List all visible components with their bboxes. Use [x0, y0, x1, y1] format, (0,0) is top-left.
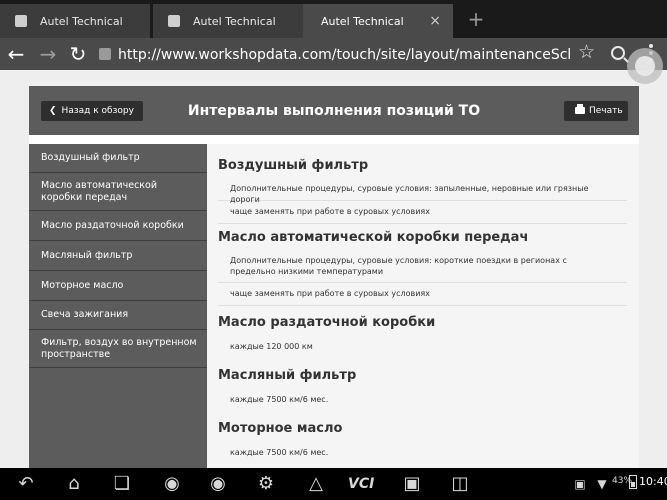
new-tab-button[interactable]: + [462, 6, 490, 34]
schedule-row: Дополнительные процедуры, суровые услови… [218, 250, 627, 283]
page-header: ❮ Назад к обзору Интервалы выполнения поз… [29, 86, 639, 135]
maintenance-page: ❮ Назад к обзору Интервалы выполнения поз… [29, 86, 639, 468]
recent-apps-icon[interactable]: ❏ [108, 472, 136, 496]
page-favicon-icon [168, 15, 180, 27]
sidebar-item-air-filter[interactable]: Воздушный фильтр [29, 144, 207, 173]
wifi-icon: ▼ [597, 477, 607, 491]
close-tab-icon[interactable]: × [429, 13, 441, 29]
browser-toolbar: ← → ↻ http://www.workshopdata.com/touch/… [0, 38, 667, 70]
page-favicon-icon [15, 15, 27, 27]
tab-strip: Autel Technical Autel Technical Autel Te… [0, 0, 667, 38]
search-icon[interactable] [611, 46, 625, 60]
vci-icon[interactable]: VCI [348, 472, 374, 496]
maxisys-icon[interactable]: △ [302, 472, 330, 496]
schedule-row: каждые 120 000 км [230, 342, 313, 351]
sidebar-item-engine-oil[interactable]: Моторное масло [29, 271, 207, 301]
car-icon[interactable]: ▣ [396, 472, 428, 496]
back-arrow-icon[interactable]: ← [4, 42, 28, 66]
forward-arrow-icon[interactable]: → [36, 42, 60, 66]
sidebar: Воздушный фильтр Масло автоматической ко… [29, 144, 207, 468]
schedule-row: каждые 7500 км/6 мес. [230, 448, 329, 457]
page-title: Интервалы выполнения позиций ТО [187, 103, 481, 119]
screen: Autel Technical Autel Technical Autel Te… [0, 0, 667, 500]
printer-icon [575, 104, 585, 114]
screenshot-icon: ▣ [574, 477, 586, 491]
browser-tab-2[interactable]: Autel Technical [153, 4, 303, 38]
back-to-overview-label: Назад к обзору [61, 106, 134, 116]
tab-title: Autel Technical [321, 14, 404, 28]
tab-title: Autel Technical [193, 14, 276, 28]
section-title: Масляный фильтр [218, 368, 357, 383]
browser-tab-1[interactable]: Autel Technical [0, 4, 150, 38]
section-title: Масло автоматической коробки передач [218, 230, 529, 245]
sidebar-item-cabin-air-filter[interactable]: Фильтр, воздух во внутренном пространств… [29, 330, 207, 368]
tab-title: Autel Technical [40, 14, 123, 28]
camera-icon[interactable]: ◉ [204, 472, 232, 496]
chevron-left-icon: ❮ [49, 106, 57, 116]
section-title: Масло раздаточной коробки [218, 315, 436, 330]
print-label: Печать [589, 106, 623, 116]
sidebar-item-oil-filter[interactable]: Масляный фильтр [29, 241, 207, 271]
back-to-overview-button[interactable]: ❮ Назад к обзору [41, 101, 143, 121]
battery-level-fill [631, 482, 635, 487]
schedule-row: чаще заменять при работе в суровых услов… [218, 201, 627, 224]
sidebar-item-atf[interactable]: Масло автоматической коробки передач [29, 173, 207, 211]
sidebar-item-spark-plug[interactable]: Свеча зажигания [29, 301, 207, 330]
schedule-row: каждые 7500 км/6 мес. [230, 395, 329, 404]
data-manager-icon[interactable]: ◫ [444, 472, 476, 496]
floating-scroll-knob[interactable] [627, 48, 663, 84]
back-arrow-icon[interactable]: ↶ [12, 472, 40, 496]
chrome-icon[interactable]: ◉ [158, 472, 186, 496]
url-field[interactable]: http://www.workshopdata.com/touch/site/l… [118, 45, 570, 65]
schedule-row: Дополнительные процедуры, суровые услови… [218, 178, 627, 204]
print-button[interactable]: Печать [564, 101, 628, 121]
system-navigation-bar: ↶ ⌂ ❏ ◉ ◉ ⚙ △ VCI ▣ ◫ ▣ ▼ 43% 10:40 [0, 468, 667, 500]
sidebar-item-transfer-case-oil[interactable]: Масло раздаточной коробки [29, 211, 207, 241]
section-title: Воздушный фильтр [218, 158, 369, 173]
browser-tab-3-active[interactable]: Autel Technical × [303, 4, 453, 38]
home-icon[interactable]: ⌂ [60, 472, 88, 496]
clock: 10:40 [639, 475, 667, 488]
settings-icon[interactable]: ⚙ [252, 472, 280, 496]
section-title: Моторное масло [218, 421, 343, 436]
schedule-content: Воздушный фильтр Дополнительные процедур… [207, 144, 639, 468]
battery-icon [629, 475, 637, 489]
page-info-icon [99, 48, 111, 60]
schedule-row: чаще заменять при работе в суровых услов… [218, 283, 627, 306]
bookmark-star-icon[interactable]: ☆ [578, 41, 595, 63]
reload-icon[interactable]: ↻ [66, 42, 90, 66]
web-viewport: ❮ Назад к обзору Интервалы выполнения поз… [0, 70, 667, 468]
